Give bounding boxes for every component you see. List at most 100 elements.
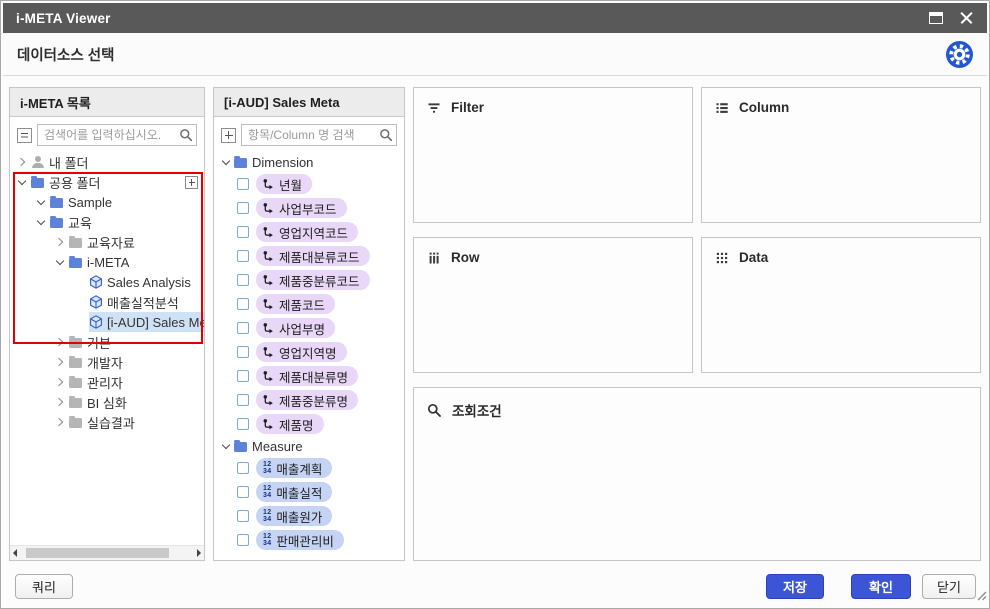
checkbox[interactable] — [237, 534, 249, 546]
tree-item-sample[interactable]: Sample — [10, 192, 204, 212]
checkbox[interactable] — [237, 510, 249, 522]
field-search-input[interactable] — [241, 124, 397, 146]
close-button[interactable]: 닫기 — [922, 574, 976, 599]
field-item-dimension[interactable]: 제품중분류코드 — [214, 268, 404, 292]
dialog-window: i-META Viewer 데이터소스 선택 i-META 목록 — [0, 0, 990, 609]
field-item-measure[interactable]: 1234매출원가 — [214, 504, 404, 528]
dimension-pill[interactable]: 년월 — [256, 174, 312, 194]
chevron-down-icon[interactable] — [56, 258, 65, 267]
field-item-measure[interactable]: 1234판매관리비 — [214, 528, 404, 552]
scrollbar-thumb[interactable] — [26, 548, 169, 558]
tree-item-basic[interactable]: 기본 — [10, 332, 204, 352]
checkbox[interactable] — [237, 250, 249, 262]
expand-all-icon[interactable] — [221, 128, 236, 143]
dimension-pill[interactable]: 제품코드 — [256, 294, 335, 314]
cube-icon — [89, 275, 103, 289]
field-item-dimension[interactable]: 제품명 — [214, 412, 404, 436]
field-item-dimension[interactable]: 제품대분류명 — [214, 364, 404, 388]
chevron-right-icon[interactable] — [56, 418, 65, 427]
checkbox[interactable] — [237, 418, 249, 430]
dimension-pill[interactable]: 사업부명 — [256, 318, 335, 338]
chevron-right-icon[interactable] — [56, 338, 65, 347]
horizontal-scrollbar[interactable] — [10, 545, 204, 560]
data-drop-zone[interactable]: Data — [701, 237, 981, 373]
checkbox[interactable] — [237, 322, 249, 334]
field-item-dimension[interactable]: 제품대분류코드 — [214, 244, 404, 268]
dimension-pill[interactable]: 영업지역명 — [256, 342, 347, 362]
tree-item-developer[interactable]: 개발자 — [10, 352, 204, 372]
tree-item-education[interactable]: 교육 — [10, 212, 204, 232]
group-dimension[interactable]: Dimension — [214, 152, 404, 172]
dimension-pill[interactable]: 제품대분류코드 — [256, 246, 370, 266]
chevron-right-icon[interactable] — [56, 398, 65, 407]
chevron-down-icon[interactable] — [37, 198, 46, 207]
filter-drop-zone[interactable]: Filter — [413, 87, 693, 223]
checkbox[interactable] — [237, 298, 249, 310]
save-button[interactable]: 저장 — [766, 574, 824, 599]
dimension-pill[interactable]: 사업부코드 — [256, 198, 347, 218]
tree-item-my-folder[interactable]: 내 폴더 — [10, 152, 204, 172]
checkbox[interactable] — [237, 274, 249, 286]
measure-pill[interactable]: 1234매출계획 — [256, 458, 332, 478]
chevron-down-icon[interactable] — [222, 442, 231, 451]
field-item-dimension[interactable]: 제품중분류명 — [214, 388, 404, 412]
tree-item-i-meta[interactable]: i-META — [10, 252, 204, 272]
tree-item-admin[interactable]: 관리자 — [10, 372, 204, 392]
field-item-dimension[interactable]: 제품코드 — [214, 292, 404, 316]
add-folder-icon[interactable] — [185, 176, 198, 189]
query-button[interactable]: 쿼리 — [15, 574, 73, 599]
checkbox[interactable] — [237, 462, 249, 474]
dimension-pill[interactable]: 제품중분류명 — [256, 390, 358, 410]
checkbox[interactable] — [237, 370, 249, 382]
checkbox[interactable] — [237, 178, 249, 190]
folder-icon — [69, 358, 82, 368]
checkbox[interactable] — [237, 486, 249, 498]
measure-1234-icon: 1234 — [263, 461, 271, 475]
ok-button[interactable]: 확인 — [851, 574, 911, 599]
field-item-dimension[interactable]: 영업지역코드 — [214, 220, 404, 244]
tree-item-practice-results[interactable]: 실습결과 — [10, 412, 204, 432]
dimension-pill[interactable]: 영업지역코드 — [256, 222, 358, 242]
maximize-icon[interactable] — [929, 12, 943, 24]
chevron-down-icon[interactable] — [222, 158, 231, 167]
field-item-dimension[interactable]: 년월 — [214, 172, 404, 196]
chevron-down-icon[interactable] — [37, 218, 46, 227]
measure-pill[interactable]: 1234매출실적 — [256, 482, 332, 502]
column-drop-zone[interactable]: Column — [701, 87, 981, 223]
chevron-right-icon[interactable] — [18, 158, 27, 167]
row-drop-zone[interactable]: Row — [413, 237, 693, 373]
collapse-all-icon[interactable] — [17, 128, 32, 143]
scroll-left-icon[interactable] — [12, 548, 22, 559]
condition-box[interactable]: 조회조건 — [413, 387, 981, 561]
dimension-pill[interactable]: 제품명 — [256, 414, 324, 434]
field-item-dimension[interactable]: 영업지역명 — [214, 340, 404, 364]
chevron-right-icon[interactable] — [56, 378, 65, 387]
tree-item-sales-analysis[interactable]: Sales Analysis — [10, 272, 204, 292]
folder-search-input[interactable] — [37, 124, 197, 146]
checkbox[interactable] — [237, 226, 249, 238]
group-measure[interactable]: Measure — [214, 436, 404, 456]
field-item-dimension[interactable]: 사업부코드 — [214, 196, 404, 220]
chevron-down-icon[interactable] — [18, 178, 27, 187]
checkbox[interactable] — [237, 202, 249, 214]
settings-gear-icon[interactable] — [946, 41, 973, 68]
scroll-right-icon[interactable] — [192, 548, 202, 559]
checkbox[interactable] — [237, 346, 249, 358]
close-icon[interactable] — [959, 11, 974, 26]
tree-item-training-materials[interactable]: 교육자료 — [10, 232, 204, 252]
tree-item-bi-advanced[interactable]: BI 심화 — [10, 392, 204, 412]
field-item-dimension[interactable]: 사업부명 — [214, 316, 404, 340]
dimension-pill[interactable]: 제품대분류명 — [256, 366, 358, 386]
resize-grip[interactable] — [975, 588, 987, 606]
tree-item-public-folder[interactable]: 공용 폴더 — [10, 172, 204, 192]
field-item-measure[interactable]: 1234매출실적 — [214, 480, 404, 504]
chevron-right-icon[interactable] — [56, 238, 65, 247]
measure-pill[interactable]: 1234매출원가 — [256, 506, 332, 526]
tree-item-sales-performance[interactable]: 매출실적분석 — [10, 292, 204, 312]
field-item-measure[interactable]: 1234매출계획 — [214, 456, 404, 480]
tree-item-iaud-sales-meta-selected[interactable]: [i-AUD] Sales Meta — [10, 312, 204, 332]
measure-pill[interactable]: 1234판매관리비 — [256, 530, 344, 550]
chevron-right-icon[interactable] — [56, 358, 65, 367]
checkbox[interactable] — [237, 394, 249, 406]
dimension-pill[interactable]: 제품중분류코드 — [256, 270, 370, 290]
